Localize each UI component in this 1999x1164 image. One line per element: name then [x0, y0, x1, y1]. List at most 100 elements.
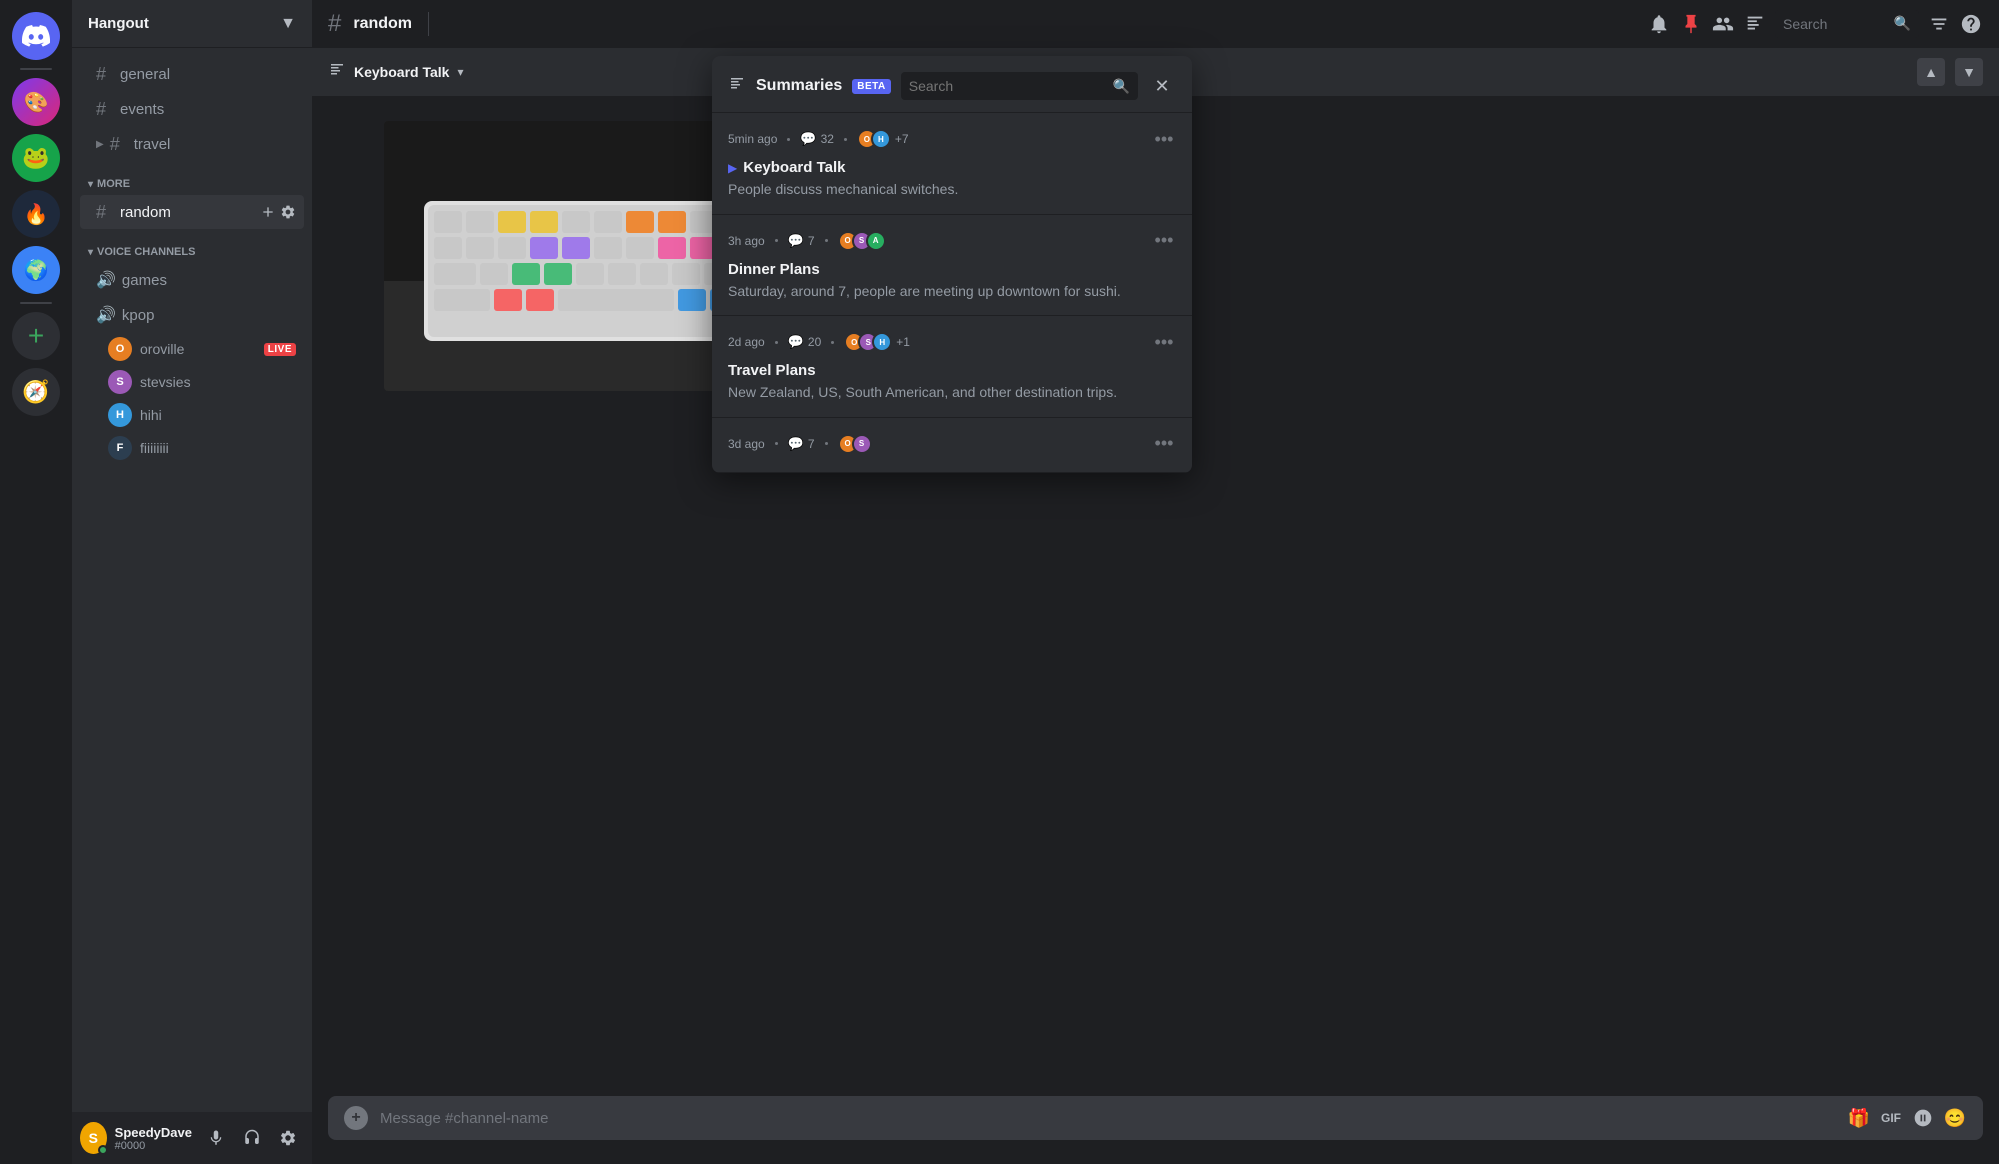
voice-channel-kpop[interactable]: 🔊 kpop — [80, 298, 304, 332]
header-search-bar[interactable]: Search 🔍 — [1775, 10, 1919, 38]
message-input-area: + Message #channel-name 🎁 GIF 😊 — [312, 1096, 1999, 1164]
channel-item-events[interactable]: # events — [80, 92, 304, 126]
mini-avatar: A — [866, 231, 886, 251]
keyboard-talk-icon — [328, 61, 346, 84]
summaries-close-button[interactable]: ✕ — [1148, 72, 1176, 100]
summary-item-1-msg-count: 💬 32 — [800, 131, 834, 147]
discover-button[interactable]: 🧭 — [12, 368, 60, 416]
summary-item-4-count: 7 — [808, 437, 815, 451]
summaries-search-bar[interactable]: 🔍 — [901, 72, 1138, 100]
summaries-popup-header: Summaries BETA 🔍 ✕ — [712, 56, 1192, 113]
summary-item-3: 2d ago 💬 20 O S H +1 ••• Travel Plans Ne… — [712, 316, 1192, 418]
summary-item-2-more-button[interactable]: ••• — [1152, 229, 1176, 253]
voice-user-oroville[interactable]: O oroville LIVE — [80, 333, 304, 365]
summary-dot-4 — [831, 341, 834, 344]
add-server-button[interactable]: + — [12, 312, 60, 360]
voice-channel-name-kpop: kpop — [122, 307, 155, 324]
gif-button[interactable]: GIF — [1879, 1106, 1903, 1130]
input-actions: 🎁 GIF 😊 — [1847, 1106, 1967, 1130]
summary-item-1-topic: Keyboard Talk — [743, 159, 845, 176]
summaries-icon — [728, 75, 746, 98]
microphone-button[interactable] — [200, 1122, 232, 1154]
settings-icon[interactable] — [280, 204, 296, 220]
summary-item-1-description: People discuss mechanical switches. — [728, 180, 1176, 200]
server-icon-3[interactable]: 🔥 — [12, 190, 60, 238]
message-input-placeholder[interactable]: Message #channel-name — [380, 1110, 1835, 1127]
hash-icon: # — [96, 99, 114, 120]
chat-channel-name: random — [353, 15, 412, 33]
members-button[interactable] — [1711, 12, 1735, 36]
summary-item-1-topic-row: ▶ Keyboard Talk — [728, 159, 1176, 176]
server-name: Hangout — [88, 15, 272, 32]
server-icon-1[interactable]: 🎨 — [12, 78, 60, 126]
voice-user-stevsies[interactable]: S stevsies — [80, 366, 304, 398]
inbox-button[interactable] — [1927, 12, 1951, 36]
help-button[interactable] — [1959, 12, 1983, 36]
message-input-box: + Message #channel-name 🎁 GIF 😊 — [328, 1096, 1983, 1140]
summary-item-1-more-button[interactable]: ••• — [1152, 127, 1176, 151]
server-sidebar: 🎨 🐸 🔥 🌍 + 🧭 — [0, 0, 72, 1164]
summary-item-2-count: 7 — [808, 234, 815, 248]
summaries-title: Summaries — [756, 77, 842, 95]
channel-item-travel[interactable]: ▶ # travel — [80, 127, 304, 161]
voice-user-hihi[interactable]: H hihi — [80, 399, 304, 431]
summary-item-2-msg-count: 💬 7 — [788, 233, 815, 249]
summary-item-4-time: 3d ago — [728, 437, 765, 451]
summary-item-4-more-button[interactable]: ••• — [1152, 432, 1176, 456]
summary-item-4-meta: 3d ago 💬 7 O S ••• — [728, 432, 1176, 456]
summary-item-2-topic: Dinner Plans — [728, 261, 820, 278]
user-settings-button[interactable] — [272, 1122, 304, 1154]
voice-user-avatar-stevsies: S — [108, 370, 132, 394]
summary-dot-2 — [844, 138, 847, 141]
collapse-icon: ▾ — [88, 247, 93, 258]
voice-username-fiiiiiiii: fiiiiiiii — [140, 440, 296, 456]
channel-name-travel: travel — [134, 136, 171, 153]
add-member-icon[interactable] — [260, 204, 276, 220]
gift-button[interactable]: 🎁 — [1847, 1106, 1871, 1130]
mini-avatar: S — [852, 434, 872, 454]
collapse-icon: ▾ — [88, 179, 93, 190]
summary-item-1-avatars: O H +7 — [857, 129, 909, 149]
channel-item-general[interactable]: # general — [80, 57, 304, 91]
server-icon-2[interactable]: 🐸 — [12, 134, 60, 182]
channel-item-random[interactable]: # random — [80, 195, 304, 229]
section-voice-channels[interactable]: ▾ VOICE CHANNELS — [72, 230, 312, 262]
server-header[interactable]: Hangout ▼ — [72, 0, 312, 48]
summary-item-3-topic: Travel Plans — [728, 362, 816, 379]
server-divider — [20, 68, 52, 70]
keyboard-talk-dropdown-icon[interactable]: ▾ — [457, 65, 463, 79]
keyboard-talk-nav-up[interactable]: ▲ — [1917, 58, 1945, 86]
header-actions: Search 🔍 — [1647, 10, 1983, 38]
keyboard-talk-nav-down[interactable]: ▼ — [1955, 58, 1983, 86]
sticker-button[interactable] — [1911, 1106, 1935, 1130]
bubble-icon: 💬 — [800, 131, 816, 147]
summary-item-3-plus-count: +1 — [896, 335, 910, 349]
summary-item-2: 3h ago 💬 7 O S A ••• Dinner Plans Saturd… — [712, 215, 1192, 317]
server-icon-4[interactable]: 🌍 — [12, 246, 60, 294]
add-attachment-button[interactable]: + — [344, 1106, 368, 1130]
summary-item-2-topic-row: Dinner Plans — [728, 261, 1176, 278]
chat-channel-hash-icon: # — [328, 10, 341, 38]
notification-bell-button[interactable] — [1647, 12, 1671, 36]
pin-button[interactable] — [1679, 12, 1703, 36]
threads-button[interactable] — [1743, 12, 1767, 36]
voice-channel-games[interactable]: 🔊 games — [80, 263, 304, 297]
summary-dot-5 — [825, 442, 828, 445]
summaries-search-icon: 🔍 — [1113, 78, 1130, 95]
voice-user-fiiiiiiii[interactable]: F fiiiiiiii — [80, 432, 304, 464]
beta-badge: BETA — [852, 79, 890, 94]
section-more[interactable]: ▾ MORE — [72, 162, 312, 194]
user-avatar[interactable]: S — [80, 1122, 107, 1154]
summaries-search-input[interactable] — [909, 78, 1107, 94]
user-info: SpeedyDave #0000 — [115, 1125, 192, 1152]
emoji-button[interactable]: 😊 — [1943, 1106, 1967, 1130]
summary-item-2-avatars: O S A — [838, 231, 886, 251]
summary-item-4: 3d ago 💬 7 O S ••• — [712, 418, 1192, 473]
summary-item-3-more-button[interactable]: ••• — [1152, 330, 1176, 354]
summary-item-4-msg-count: 💬 7 — [788, 436, 815, 452]
headphones-button[interactable] — [236, 1122, 268, 1154]
hash-icon: # — [96, 64, 114, 85]
user-discriminator: #0000 — [115, 1140, 192, 1152]
discord-home-button[interactable] — [12, 12, 60, 60]
summary-arrow-icon: ▶ — [728, 161, 737, 175]
